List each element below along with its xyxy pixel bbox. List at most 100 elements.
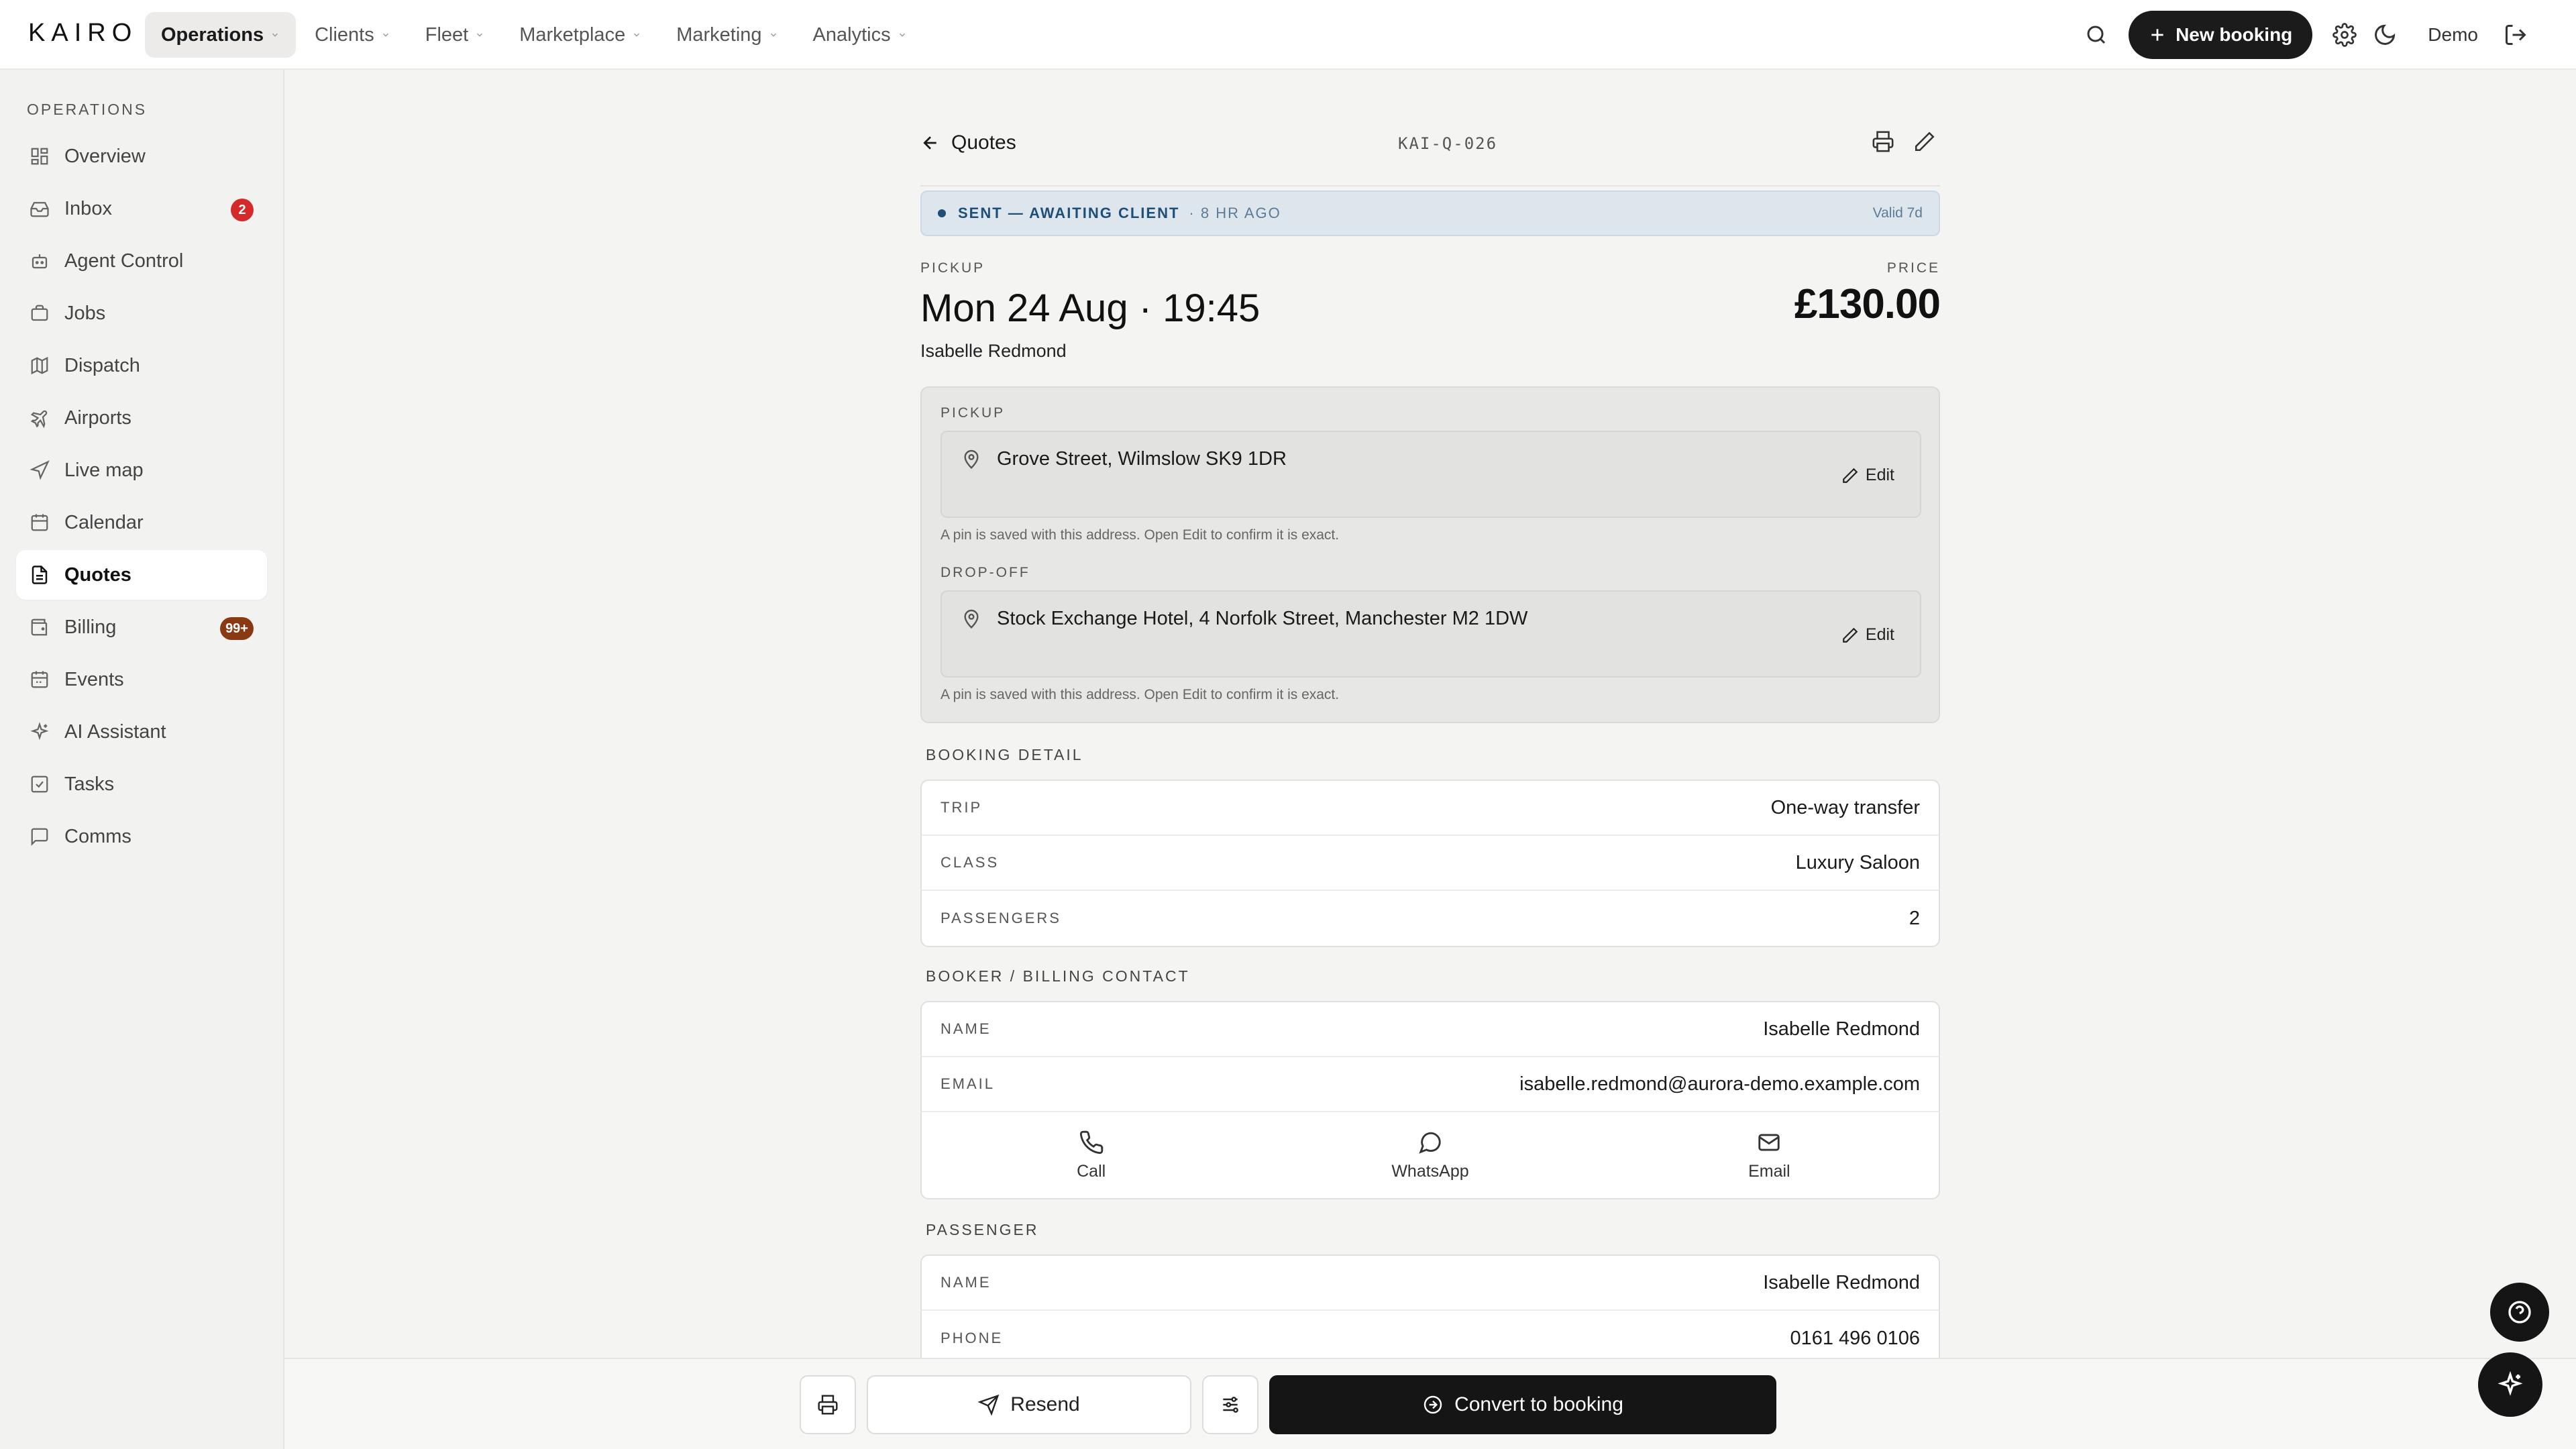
- sidebar-item-label: Agent Control: [64, 250, 184, 272]
- call-button[interactable]: Call: [922, 1112, 1260, 1198]
- message-circle-icon: [1419, 1132, 1441, 1154]
- top-bar: KAIRO Operations Clients Fleet Marketpla…: [0, 0, 2576, 70]
- sidebar-item-quotes[interactable]: Quotes: [16, 550, 267, 600]
- sparkle-icon: [2498, 1371, 2523, 1396]
- pickup-datetime: Mon 24 Aug · 19:45: [920, 286, 1260, 330]
- user-label[interactable]: Demo: [2428, 24, 2478, 46]
- row-key: PASSENGERS: [941, 910, 1061, 926]
- print-button[interactable]: [1868, 126, 1898, 157]
- row-key: CLASS: [941, 854, 1000, 871]
- topnav-fleet[interactable]: Fleet: [409, 12, 500, 58]
- sidebar-item-label: Live map: [64, 459, 144, 481]
- class-value: Luxury Saloon: [1795, 851, 1920, 873]
- chevron-down-icon: [634, 33, 640, 37]
- chevron-down-icon: [272, 33, 278, 37]
- top-right-actions: New booking Demo: [2076, 9, 2536, 60]
- contact-actions: Call WhatsApp Email: [922, 1112, 1939, 1198]
- convert-label: Convert to booking: [1454, 1393, 1623, 1415]
- wallet-icon: [31, 619, 48, 636]
- table-row: EMAIL isabelle.redmond@aurora-demo.examp…: [922, 1057, 1939, 1112]
- billing-count-badge: 99+: [220, 617, 254, 640]
- help-button[interactable]: [2490, 1283, 2549, 1342]
- sidebar-item-label: Events: [64, 668, 124, 690]
- sidebar-item-ai-assistant[interactable]: AI Assistant: [16, 707, 267, 757]
- chat-icon: [31, 828, 48, 846]
- status-badge: SENT — AWAITING CLIENT: [958, 205, 1180, 221]
- table-row: PASSENGERS 2: [922, 891, 1939, 946]
- resend-button[interactable]: Resend: [867, 1375, 1191, 1434]
- plane-icon: [30, 410, 48, 428]
- search-button[interactable]: [2076, 15, 2116, 55]
- topnav-label: Clients: [315, 23, 374, 46]
- theme-toggle-button[interactable]: [2365, 15, 2405, 55]
- status-age: · 8 HR AGO: [1189, 205, 1281, 221]
- quote-status-banner: SENT — AWAITING CLIENT · 8 HR AGO Valid …: [920, 191, 1940, 236]
- sidebar-item-dispatch[interactable]: Dispatch: [16, 341, 267, 390]
- bottom-action-bar: Resend Convert to booking: [284, 1358, 2576, 1449]
- sidebar-item-inbox[interactable]: Inbox 2: [16, 184, 267, 233]
- topnav-marketplace[interactable]: Marketplace: [503, 12, 657, 58]
- sidebar-item-events[interactable]: Events: [16, 655, 267, 704]
- row-key: TRIP: [941, 799, 983, 816]
- sidebar-item-comms[interactable]: Comms: [16, 812, 267, 861]
- row-key: NAME: [941, 1274, 991, 1291]
- sidebar-item-live-map[interactable]: Live map: [16, 445, 267, 495]
- pickup-address: Grove Street, Wilmslow SK9 1DR: [997, 448, 1287, 470]
- email-button[interactable]: Email: [1600, 1112, 1939, 1198]
- resend-label: Resend: [1010, 1393, 1080, 1415]
- topnav-operations[interactable]: Operations: [145, 12, 297, 58]
- ai-assistant-button[interactable]: [2478, 1352, 2542, 1417]
- pickup-summary: PICKUP Mon 24 Aug · 19:45 Isabelle Redmo…: [920, 260, 1941, 361]
- send-icon: [978, 1394, 1000, 1415]
- pickup-address-label: PICKUP: [941, 405, 1006, 421]
- call-label: Call: [1077, 1161, 1106, 1181]
- sliders-icon: [1223, 1397, 1238, 1413]
- row-key: PHONE: [941, 1330, 1004, 1346]
- pencil-icon: [1843, 468, 1858, 483]
- sidebar-item-overview[interactable]: Overview: [16, 131, 267, 181]
- topnav-clients[interactable]: Clients: [299, 12, 407, 58]
- brand-logo[interactable]: KAIRO: [28, 19, 138, 48]
- sidebar-item-label: Comms: [64, 825, 131, 847]
- dropoff-address-box: Stock Exchange Hotel, 4 Norfolk Street, …: [941, 590, 1921, 678]
- printer-icon: [1872, 131, 1894, 152]
- whatsapp-label: WhatsApp: [1391, 1161, 1469, 1181]
- main-content: Quotes KAI-Q-026 SENT — AWAITING CLIENT …: [284, 70, 2576, 1358]
- sidebar-item-agent-control[interactable]: Agent Control: [16, 236, 267, 286]
- booker-contact-title: BOOKER / BILLING CONTACT: [926, 967, 1190, 985]
- back-to-quotes-link[interactable]: Quotes: [920, 131, 1016, 154]
- sidebar-item-tasks[interactable]: Tasks: [16, 759, 267, 809]
- new-booking-label: New booking: [2176, 24, 2293, 45]
- settings-button[interactable]: [2324, 15, 2365, 55]
- sidebar-item-calendar[interactable]: Calendar: [16, 498, 267, 547]
- edit-label: Edit: [1865, 625, 1894, 644]
- moon-icon: [2375, 24, 2396, 45]
- dropoff-address: Stock Exchange Hotel, 4 Norfolk Street, …: [997, 608, 1528, 629]
- convert-to-booking-button[interactable]: Convert to booking: [1269, 1375, 1776, 1434]
- sidebar-item-jobs[interactable]: Jobs: [16, 288, 267, 338]
- edit-pickup-button[interactable]: Edit: [1841, 466, 1894, 485]
- chevron-down-icon: [477, 33, 483, 37]
- plus-icon: [2151, 29, 2163, 41]
- sidebar-heading: OPERATIONS: [27, 101, 148, 118]
- topnav-marketing[interactable]: Marketing: [660, 12, 794, 58]
- top-nav: Operations Clients Fleet Marketplace Mar…: [145, 12, 926, 58]
- topnav-analytics[interactable]: Analytics: [797, 12, 923, 58]
- sidebar-item-label: Airports: [64, 407, 131, 429]
- sidebar-item-billing[interactable]: Billing 99+: [16, 602, 267, 652]
- passenger-phone-value: 0161 496 0106: [1790, 1327, 1920, 1349]
- edit-dropoff-button[interactable]: Edit: [1841, 625, 1894, 645]
- logout-button[interactable]: [2496, 15, 2536, 55]
- edit-quote-button[interactable]: [1909, 126, 1940, 157]
- sidebar-item-label: Quotes: [64, 564, 131, 586]
- adjust-settings-button[interactable]: [1202, 1375, 1258, 1434]
- whatsapp-button[interactable]: WhatsApp: [1260, 1112, 1599, 1198]
- help-circle-icon: [2508, 1301, 2531, 1324]
- checkbox-icon: [31, 775, 48, 793]
- print-quote-button[interactable]: [800, 1375, 856, 1434]
- sidebar-item-airports[interactable]: Airports: [16, 393, 267, 443]
- map-folded-icon: [31, 356, 48, 375]
- new-booking-button[interactable]: New booking: [2129, 11, 2313, 59]
- booker-email-value[interactable]: isabelle.redmond@aurora-demo.example.com: [1519, 1073, 1920, 1095]
- sidebar-item-label: Billing: [64, 616, 117, 638]
